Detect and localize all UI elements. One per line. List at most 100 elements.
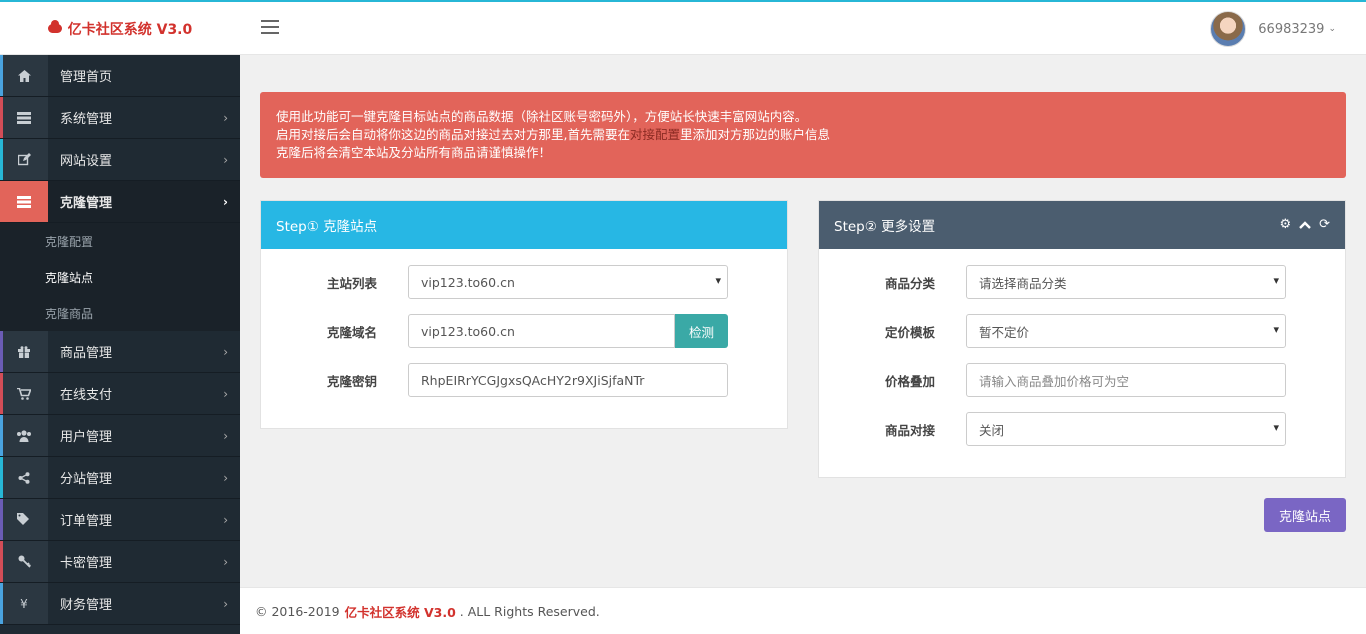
user-menu[interactable]: 66983239 ⌄ [1210,11,1336,47]
avatar [1210,11,1247,47]
menu-toggle-icon[interactable] [261,20,279,34]
sidebar-item-goods[interactable]: 商品管理 › [0,331,240,373]
money-icon: ¥ [0,583,48,624]
chevron-right-icon: › [223,512,228,527]
price-markup-input[interactable]: 请输入商品叠加价格可为空 [966,363,1286,397]
chevron-right-icon: › [223,596,228,611]
field-label: 主站列表 [326,276,377,291]
sidebar-item-orders[interactable]: 订单管理 › [0,499,240,541]
cloud-icon [47,20,62,33]
sidebar-item-label: 用户管理 [60,430,113,445]
sidebar-item-finance[interactable]: ¥ 财务管理 › [0,583,240,625]
check-button[interactable]: 检测 [675,314,728,348]
server-icon [0,97,48,138]
field-label: 克隆域名 [326,325,377,340]
sidebar-item-dashboard[interactable]: 管理首页 [0,55,240,97]
sidebar-item-clone[interactable]: 克隆管理 › [0,181,240,223]
users-icon [0,415,48,456]
username: 66983239 [1258,21,1325,37]
field-label: 商品分类 [884,276,935,291]
clone-domain-input[interactable]: vip123.to60.cn [408,314,675,348]
sidebar-item-system[interactable]: 系统管理 › [0,97,240,139]
brand-logo[interactable]: 亿卡社区系统 V3.0 [0,2,240,55]
chevron-right-icon: › [223,470,228,485]
share-icon [0,457,48,498]
sidebar-subitem-clone-site[interactable]: 克隆站点 [0,259,240,295]
brand-name: 亿卡社区系统 V3.0 [67,21,193,38]
step2-panel: Step② 更多设置 ⚙ ⟳ 商品分类 请选择商品分类 定价模板 暂不定价 价格… [818,200,1346,478]
rights-text: . ALL Rights Reserved. [459,603,600,619]
chevron-right-icon: › [223,110,228,125]
chevron-right-icon: › [223,554,228,569]
sidebar-item-label: 系统管理 [60,112,113,127]
sidebar-item-site-settings[interactable]: 网站设置 › [0,139,240,181]
field-label: 商品对接 [884,423,935,438]
sidebar-item-label: 克隆管理 [60,196,113,211]
clone-key-row: 克隆密钥 RhpEIRrYCGJgxsQAcHY2r9XJiSjfaNTr [261,363,787,397]
sidebar-item-label: 管理首页 [60,70,113,85]
main-site-row: 主站列表 vip123.to60.cn [261,265,787,299]
server-icon [0,181,48,222]
panel-title: Step① 克隆站点 [261,201,787,249]
sidebar-item-label: 分站管理 [60,472,113,487]
gift-icon [0,331,48,372]
chevron-up-icon[interactable] [1299,217,1311,234]
gear-icon[interactable]: ⚙ [1279,217,1291,234]
dock-row: 商品对接 关闭 [819,412,1345,446]
field-label: 定价模板 [884,325,935,340]
sidebar-item-label: 卡密管理 [60,556,113,571]
warning-alert: 使用此功能可一键克隆目标站点的商品数据（除社区账号密码外），方便站长快速丰富网站… [260,92,1346,178]
main-site-select[interactable]: vip123.to60.cn [408,265,728,299]
clone-key-input[interactable]: RhpEIRrYCGJgxsQAcHY2r9XJiSjfaNTr [408,363,728,397]
chevron-right-icon: › [223,386,228,401]
sidebar-item-payment[interactable]: 在线支付 › [0,373,240,415]
clone-domain-row: 克隆域名 vip123.to60.cn 检测 [261,314,787,348]
goods-dock-select[interactable]: 关闭 [966,412,1286,446]
cart-icon [0,373,48,414]
chevron-right-icon: › [223,194,228,209]
home-icon [0,55,48,96]
footer: © 2016-2019 亿卡社区系统 V3.0 . ALL Rights Res… [240,587,1366,634]
tags-icon [0,499,48,540]
sidebar-subitem-label: 克隆站点 [45,270,94,285]
key-icon [0,541,48,582]
category-row: 商品分类 请选择商品分类 [819,265,1345,299]
sidebar-item-label: 商品管理 [60,346,113,361]
alert-line: 克隆后将会清空本站及分站所有商品请谨慎操作！ [276,145,552,160]
chevron-right-icon: › [223,428,228,443]
sidebar-subitem-clone-goods[interactable]: 克隆商品 [0,295,240,331]
panel-header: Step② 更多设置 ⚙ ⟳ [819,201,1345,249]
dock-config-link[interactable]: 对接配置 [630,127,680,142]
sidebar-subitem-label: 克隆商品 [45,306,94,321]
field-label: 价格叠加 [884,374,935,389]
sidebar-item-label: 订单管理 [60,514,113,529]
markup-row: 价格叠加 请输入商品叠加价格可为空 [819,363,1345,397]
clone-site-button[interactable]: 克隆站点 [1264,498,1346,532]
sidebar-item-label: 在线支付 [60,388,113,403]
panel-title: Step② 更多设置 [834,219,936,235]
sidebar-item-label: 财务管理 [60,598,113,613]
chevron-right-icon: › [223,344,228,359]
sidebar: 管理首页 系统管理 › 网站设置 › 克隆管理 › 克隆配置 克隆站点 克隆商品 [0,55,240,634]
chevron-down-icon: ⌄ [1328,24,1336,34]
sidebar-item-label: 网站设置 [60,154,113,169]
pricing-row: 定价模板 暂不定价 [819,314,1345,348]
chevron-right-icon: › [223,152,228,167]
footer-brand[interactable]: 亿卡社区系统 V3.0 [345,602,456,621]
sidebar-item-users[interactable]: 用户管理 › [0,415,240,457]
category-select[interactable]: 请选择商品分类 [966,265,1286,299]
edit-icon [0,139,48,180]
refresh-icon[interactable]: ⟳ [1319,217,1330,234]
alert-line: 使用此功能可一键克隆目标站点的商品数据（除社区账号密码外），方便站长快速丰富网站… [276,109,808,124]
sidebar-subitem-label: 克隆配置 [45,234,94,249]
pricing-template-select[interactable]: 暂不定价 [966,314,1286,348]
step1-panel: Step① 克隆站点 主站列表 vip123.to60.cn 克隆域名 vip1… [260,200,788,429]
panel-tools: ⚙ ⟳ [1279,217,1330,234]
main-content: 使用此功能可一键克隆目标站点的商品数据（除社区账号密码外），方便站长快速丰富网站… [240,55,1366,634]
field-label: 克隆密钥 [326,374,377,389]
sidebar-item-substations[interactable]: 分站管理 › [0,457,240,499]
alert-line: 启用对接后会自动将你这边的商品对接过去对方那里,首先需要在对接配置里添加对方那边… [276,127,831,142]
sidebar-item-cards[interactable]: 卡密管理 › [0,541,240,583]
copyright-text: © 2016-2019 [255,603,340,619]
sidebar-subitem-clone-config[interactable]: 克隆配置 [0,223,240,259]
